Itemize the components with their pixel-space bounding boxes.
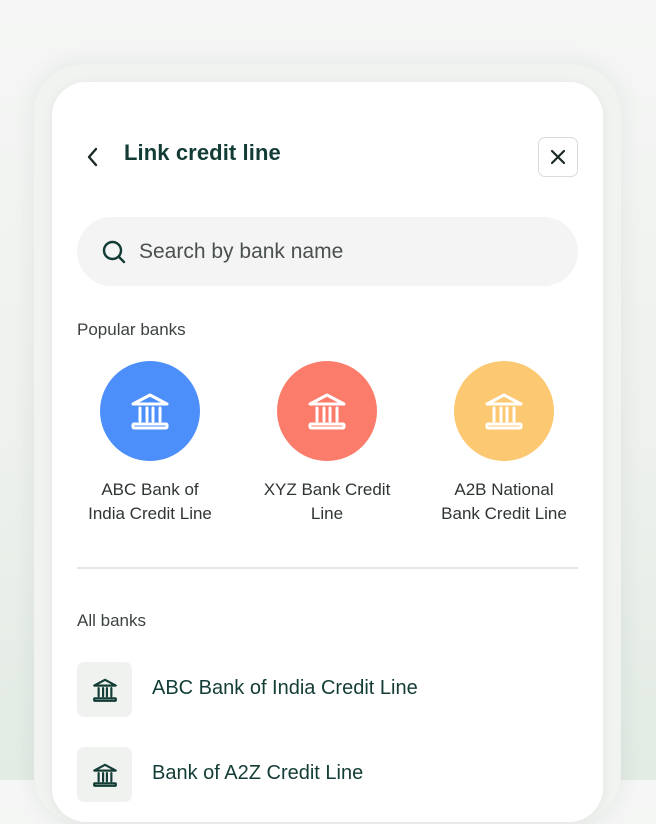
popular-bank-name-line1: XYZ Bank Credit — [263, 480, 391, 499]
bank-list-item[interactable]: Bank of A2Z Credit Line — [77, 747, 578, 803]
popular-bank-name: XYZ Bank Credit Line — [242, 478, 412, 526]
popular-bank-name: A2B National Bank Credit Line — [419, 478, 589, 526]
bank-icon — [308, 393, 346, 430]
popular-bank-name-line1: A2B National — [454, 480, 554, 499]
bank-icon-box — [77, 662, 132, 717]
popular-bank-name: ABC Bank of India Credit Line — [65, 478, 235, 526]
bank-logo — [277, 361, 377, 461]
popular-bank-name-line2: Line — [310, 504, 344, 523]
bank-icon — [131, 393, 169, 430]
bank-icon-box — [77, 747, 132, 802]
popular-bank-xyz[interactable]: XYZ Bank Credit Line — [242, 361, 412, 526]
close-button[interactable] — [538, 137, 578, 177]
popular-bank-name-line1: ABC Bank of — [101, 480, 199, 499]
bank-logo — [454, 361, 554, 461]
bank-logo — [100, 361, 200, 461]
bank-list-item[interactable]: ABC Bank of India Credit Line — [77, 662, 578, 718]
divider — [77, 567, 578, 569]
search-input[interactable] — [137, 234, 561, 270]
bank-icon — [92, 763, 117, 787]
header: Link credit line — [52, 82, 603, 232]
bank-name: ABC Bank of India Credit Line — [152, 677, 418, 699]
chevron-left-icon — [87, 147, 98, 167]
popular-bank-name-line2: India Credit Line — [88, 504, 212, 523]
bank-name: Bank of A2Z Credit Line — [152, 762, 364, 784]
bank-icon — [92, 678, 117, 702]
bank-icon — [485, 393, 523, 430]
popular-banks-label: Popular banks — [77, 320, 186, 339]
popular-bank-abc[interactable]: ABC Bank of India Credit Line — [65, 361, 235, 526]
all-banks-label: All banks — [77, 611, 146, 630]
search-icon — [102, 240, 126, 264]
search-bar[interactable] — [77, 217, 578, 286]
link-credit-line-sheet: Link credit line Popular banks ABC Bank … — [52, 82, 603, 822]
close-icon — [550, 149, 566, 165]
page-title: Link credit line — [124, 140, 281, 165]
back-button[interactable] — [78, 142, 108, 172]
popular-bank-name-line2: Bank Credit Line — [441, 504, 567, 523]
popular-bank-a2b[interactable]: A2B National Bank Credit Line — [419, 361, 589, 526]
